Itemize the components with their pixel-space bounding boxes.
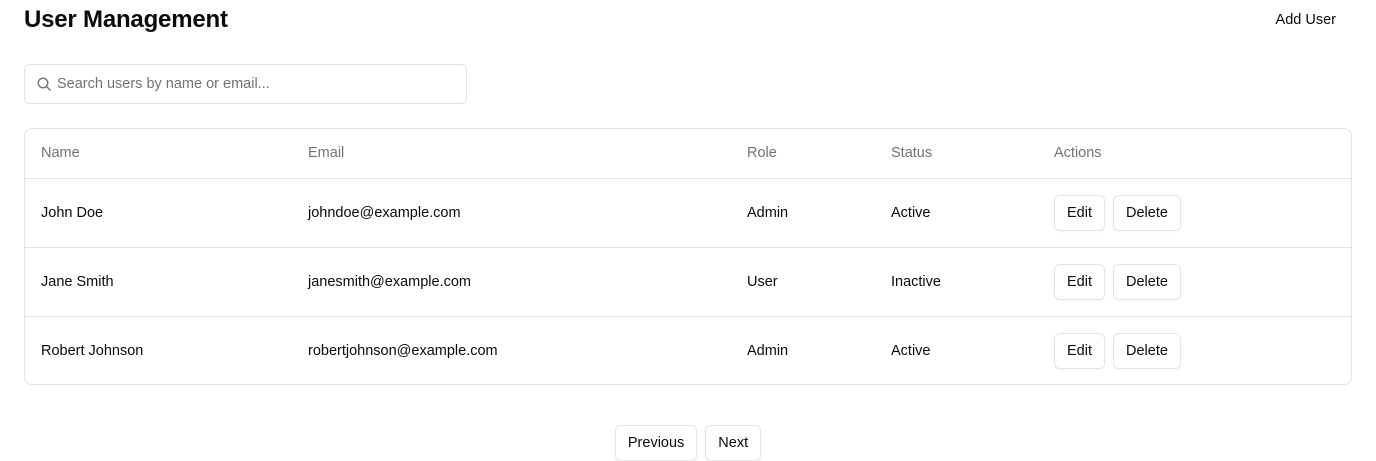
user-name: John Doe [25,178,292,248]
user-email: robertjohnson@example.com [308,342,498,359]
pagination: Previous Next [0,425,1376,461]
table-row: Robert Johnson robertjohnson@example.com… [25,316,1351,384]
edit-button[interactable]: Edit [1054,263,1105,300]
row-actions: Edit Delete [1038,178,1351,248]
search-input[interactable] [57,65,457,103]
table-row: John Doe johndoe@example.com Admin Activ… [25,178,1351,248]
user-role: Admin [747,342,789,359]
search-icon [37,77,51,91]
column-header-name: Name [25,129,292,179]
page-title: User Management [24,6,228,33]
delete-button[interactable]: Delete [1113,332,1181,369]
delete-button[interactable]: Delete [1113,194,1181,231]
next-page-button[interactable]: Next [705,425,762,461]
column-header-role: Role [731,129,875,179]
user-status: Active [875,178,1038,248]
edit-button[interactable]: Edit [1054,194,1105,231]
table-row: Jane Smith janesmith@example.com User In… [25,247,1351,317]
user-name: Robert Johnson [41,342,144,359]
column-header-actions: Actions [1038,129,1351,179]
add-user-button[interactable]: Add User [1264,4,1348,36]
user-email: janesmith@example.com [292,247,731,317]
table-header-row: Name Email Role Status Actions [25,129,1351,179]
user-status: Active [891,342,931,359]
users-table: Name Email Role Status Actions John Doe … [25,129,1351,384]
users-table-card: Name Email Role Status Actions John Doe … [24,128,1352,385]
column-header-status: Status [875,129,1038,179]
column-header-email: Email [292,129,731,179]
user-role: User [731,247,875,317]
user-status: Inactive [875,247,1038,317]
edit-button[interactable]: Edit [1054,332,1105,369]
user-name: Jane Smith [25,247,292,317]
user-role: Admin [731,178,875,248]
row-actions: Edit Delete [1038,316,1351,384]
search-box [24,64,467,104]
row-actions: Edit Delete [1038,247,1351,317]
user-email: johndoe@example.com [292,178,731,248]
previous-page-button[interactable]: Previous [614,425,698,461]
delete-button[interactable]: Delete [1113,263,1181,300]
